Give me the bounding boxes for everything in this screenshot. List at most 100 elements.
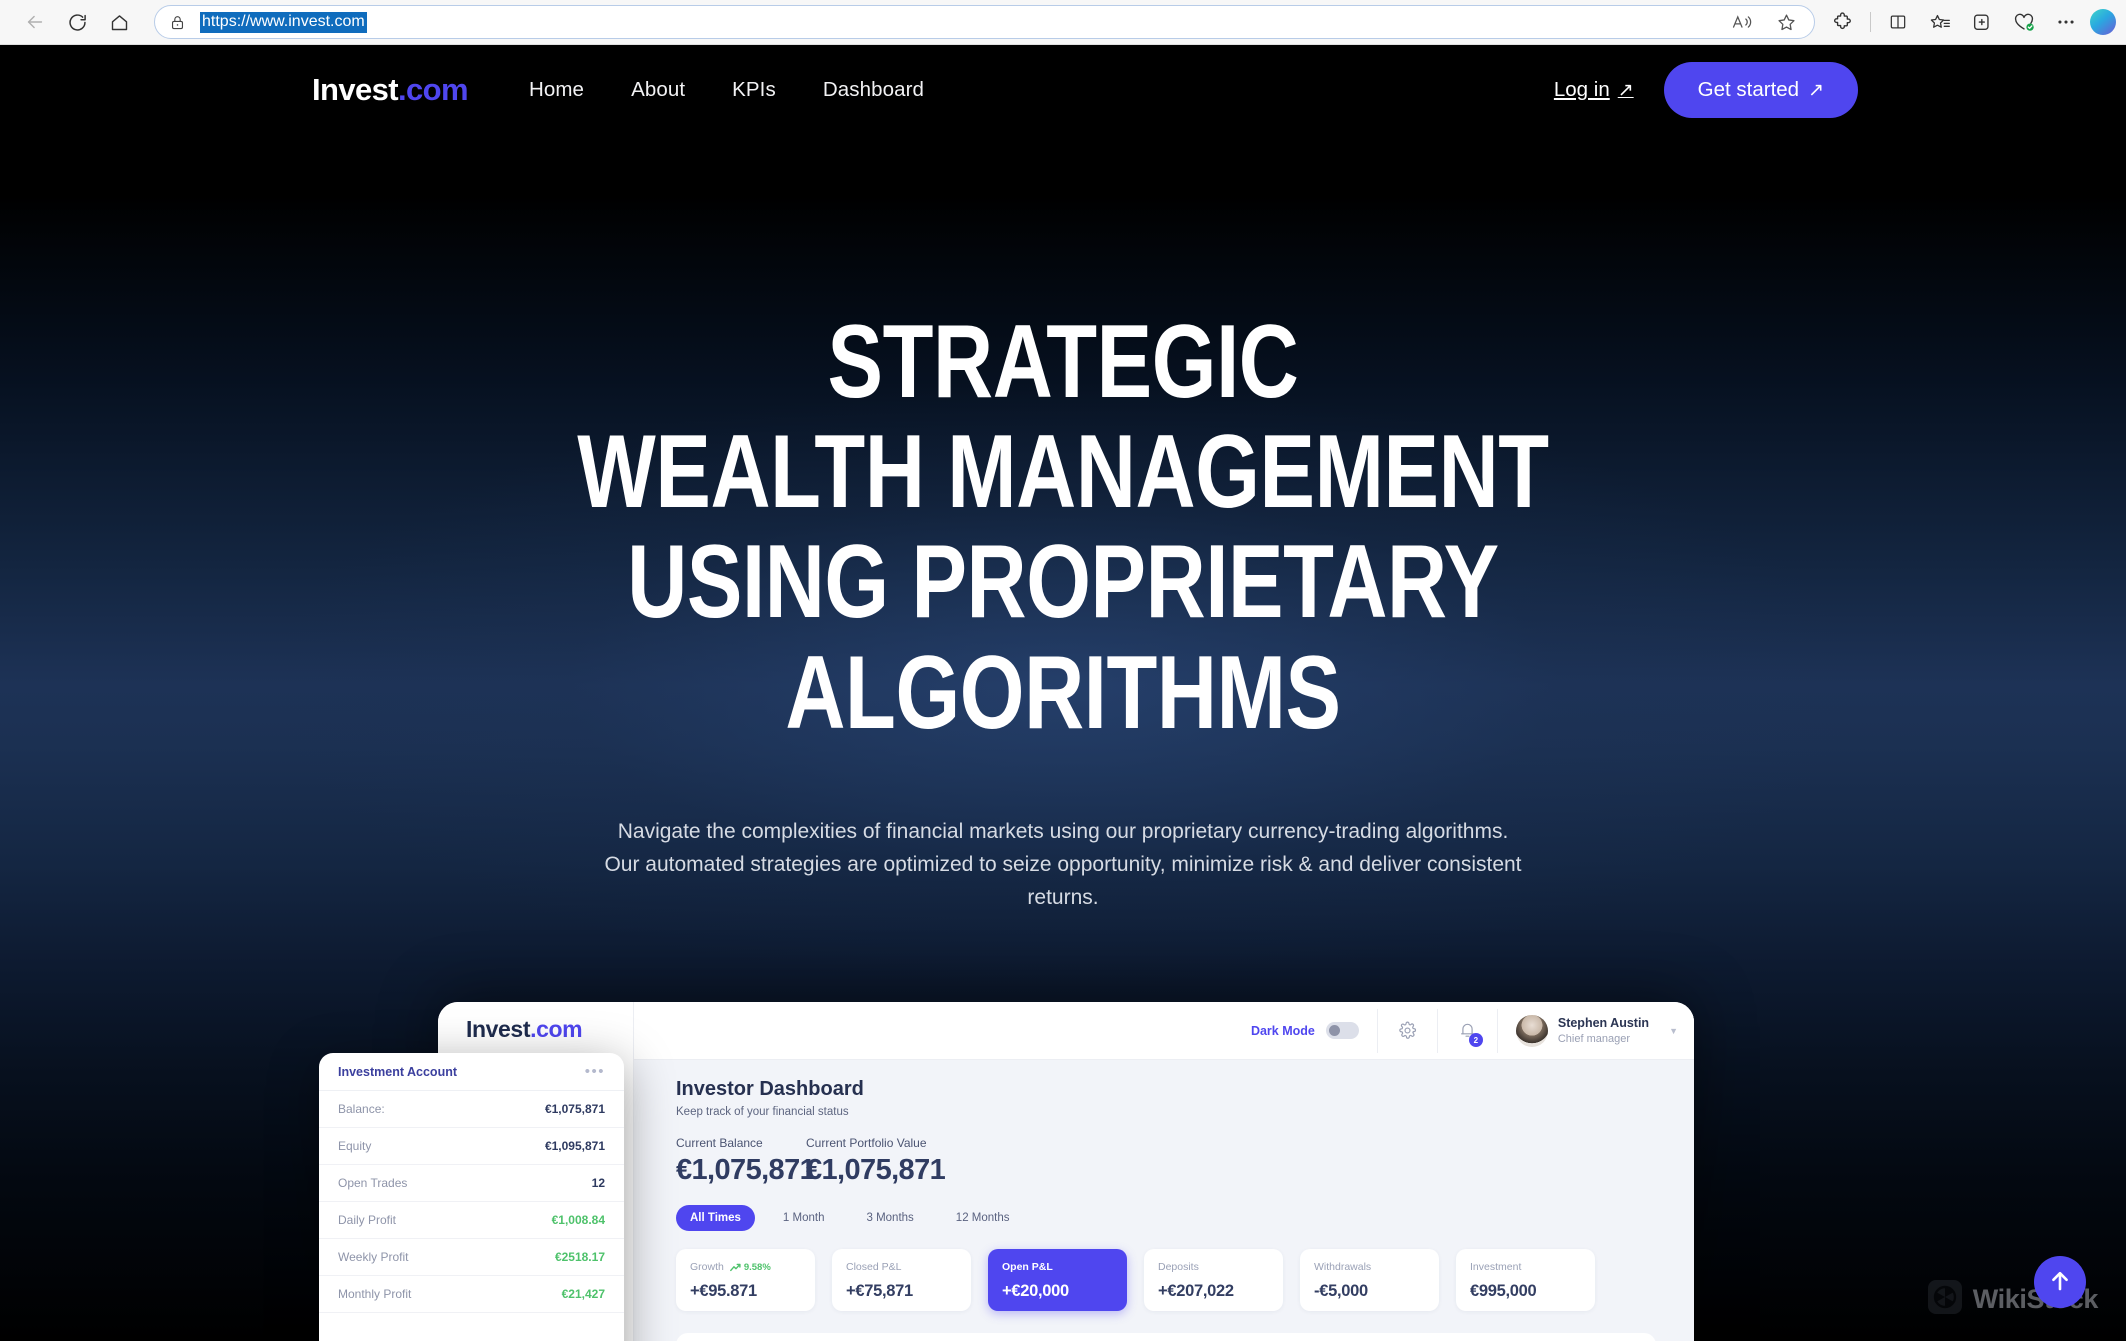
avatar [1515, 1014, 1548, 1047]
hero-heading: STRATEGIC WEALTH MANAGEMENT USING PROPRI… [213, 307, 1914, 748]
row-label: Monthly Profit [338, 1287, 412, 1301]
row-label: Weekly Profit [338, 1250, 409, 1264]
kpi-card-closed-pl[interactable]: Closed P&L +€75,871 [832, 1249, 971, 1311]
dashboard-topbar: Dark Mode 2 Stephen Austin Chief manager… [634, 1002, 1694, 1060]
kpi-card-growth[interactable]: Growth 9.58% +€95.871 [676, 1249, 815, 1311]
row-value: €1,095,871 [544, 1139, 605, 1153]
dashboard-subtitle: Keep track of your financial status [676, 1106, 849, 1118]
row-value: €1,075,871 [544, 1102, 605, 1116]
investment-account-header: Investment Account ••• [319, 1053, 624, 1091]
investment-account-title: Investment Account [338, 1064, 458, 1079]
home-icon[interactable] [98, 5, 140, 39]
row-label: Equity [338, 1139, 372, 1153]
address-bar[interactable]: https://www.invest.com [154, 5, 1815, 39]
arrow-northeast-icon: ↗ [1808, 79, 1824, 101]
browser-toolbar: https://www.invest.com [0, 0, 2126, 45]
split-screen-icon[interactable] [1878, 5, 1918, 39]
row-label: Daily Profit [338, 1213, 397, 1227]
kpi-label: Withdrawals [1314, 1261, 1372, 1273]
favorite-star-icon[interactable] [1766, 5, 1806, 39]
period-tab-12-months[interactable]: 12 Months [942, 1205, 1024, 1231]
kpi-value: -€5,000 [1314, 1282, 1368, 1300]
kpi-card-withdrawals[interactable]: Withdrawals -€5,000 [1300, 1249, 1439, 1311]
arrow-up-icon [2048, 1268, 2072, 1297]
extensions-icon[interactable] [1823, 5, 1863, 39]
browser-profile-avatar[interactable] [2090, 9, 2116, 35]
settings-and-more-icon[interactable] [2046, 5, 2086, 39]
dark-mode-toggle[interactable] [1325, 1022, 1359, 1039]
get-started-button[interactable]: Get started ↗ [1663, 62, 1858, 118]
current-balance-value: €1,075,871 [676, 1154, 816, 1186]
site-logo[interactable]: Invest.com [312, 72, 469, 108]
kpi-label-text: Growth [690, 1261, 724, 1273]
growth-trend-icon: 9.58% [729, 1261, 771, 1273]
lock-icon [169, 14, 186, 31]
user-menu[interactable]: Stephen Austin Chief manager ▼ [1498, 1014, 1694, 1047]
portfolio-value-block: Current Portfolio Value €1,075,871 [806, 1136, 946, 1187]
period-tab-all-times[interactable]: All Times [676, 1205, 755, 1231]
dark-mode-control[interactable]: Dark Mode [1251, 1022, 1377, 1039]
nav-item-home[interactable]: Home [529, 78, 584, 102]
period-filter-tabs: All Times 1 Month 3 Months 12 Months [676, 1205, 1024, 1231]
add-collection-icon[interactable] [1962, 5, 2002, 39]
period-tab-1-month[interactable]: 1 Month [769, 1205, 839, 1231]
row-value: €2518.17 [554, 1250, 605, 1264]
site-logo-suffix: .com [398, 72, 469, 107]
list-item: Equity €1,095,871 [319, 1128, 624, 1165]
hero-subtitle: Navigate the complexities of financial m… [604, 820, 1522, 910]
period-tab-3-months[interactable]: 3 Months [852, 1205, 927, 1231]
row-value: €21,427 [561, 1287, 605, 1301]
kpi-value: €995,000 [1470, 1282, 1537, 1300]
scroll-to-top-button[interactable] [2034, 1256, 2086, 1308]
kpi-label: Growth 9.58% [690, 1261, 801, 1273]
kpi-label: Open P&L [1002, 1261, 1053, 1273]
dark-mode-label: Dark Mode [1250, 1023, 1315, 1038]
row-label: Open Trades [338, 1176, 408, 1190]
hero-heading-line-1: STRATEGIC [827, 304, 1299, 420]
list-item: Daily Profit €1,008.84 [319, 1202, 624, 1239]
aperture-icon [1927, 1280, 1962, 1319]
toolbar-divider [1870, 12, 1871, 32]
login-link[interactable]: Log in ↗ [1554, 78, 1634, 102]
kpi-label: Deposits [1158, 1261, 1199, 1273]
kpi-value: +€207,022 [1158, 1282, 1234, 1300]
collections-star-icon[interactable] [1920, 5, 1960, 39]
portfolio-value-value: €1,075,871 [806, 1154, 946, 1186]
more-options-icon[interactable]: ••• [585, 1064, 605, 1079]
site-logo-main: Invest [312, 72, 399, 107]
chevron-down-icon[interactable]: ▼ [1669, 1026, 1678, 1036]
back-arrow-icon[interactable] [14, 5, 56, 39]
dashboard-mockup: Invest.com Dark Mode 2 Stephen Austin Ch… [438, 1002, 1694, 1341]
kpi-label: Closed P&L [846, 1261, 902, 1273]
dashboard-logo[interactable]: Invest.com [466, 1016, 583, 1043]
arrow-northeast-icon: ↗ [1617, 79, 1634, 101]
kpi-label: Investment [1470, 1261, 1522, 1273]
browser-essentials-icon[interactable] [2004, 5, 2044, 39]
list-item: Open Trades 12 [319, 1165, 624, 1202]
current-balance-label: Current Balance [676, 1136, 763, 1150]
kpi-card-investment[interactable]: Investment €995,000 [1456, 1249, 1595, 1311]
notifications-bell-icon[interactable]: 2 [1438, 1021, 1497, 1047]
dashboard-main: Dark Mode 2 Stephen Austin Chief manager… [634, 1002, 1694, 1341]
nav-item-kpis[interactable]: KPIs [732, 78, 776, 102]
nav-item-dashboard[interactable]: Dashboard [823, 78, 924, 102]
read-aloud-icon[interactable] [1722, 5, 1762, 39]
portfolio-value-label: Current Portfolio Value [806, 1136, 927, 1150]
url-text[interactable]: https://www.invest.com [200, 11, 367, 33]
header-actions: Log in ↗ Get started ↗ [1554, 62, 1858, 118]
hero-heading-line-3: USING PROPRIETARY [627, 524, 1499, 641]
kpi-growth-value: 9.58% [743, 1261, 771, 1273]
hero-heading-line-2: WEALTH MANAGEMENT [577, 414, 1549, 531]
kpi-card-open-pl[interactable]: Open P&L +€20,000 [988, 1249, 1127, 1311]
kpi-value: +€75,871 [846, 1282, 913, 1300]
user-role: Chief manager [1557, 1032, 1631, 1045]
kpi-card-deposits[interactable]: Deposits +€207,022 [1144, 1249, 1283, 1311]
row-label: Balance: [338, 1102, 385, 1116]
get-started-label: Get started [1697, 78, 1800, 101]
nav-item-about[interactable]: About [631, 78, 685, 102]
browser-toolbar-right [1823, 5, 2126, 39]
refresh-icon[interactable] [56, 5, 98, 39]
site-header: Invest.com Home About KPIs Dashboard Log… [0, 45, 2126, 135]
dashboard-logo-main: Invest [466, 1016, 531, 1042]
gear-icon[interactable] [1378, 1021, 1437, 1040]
